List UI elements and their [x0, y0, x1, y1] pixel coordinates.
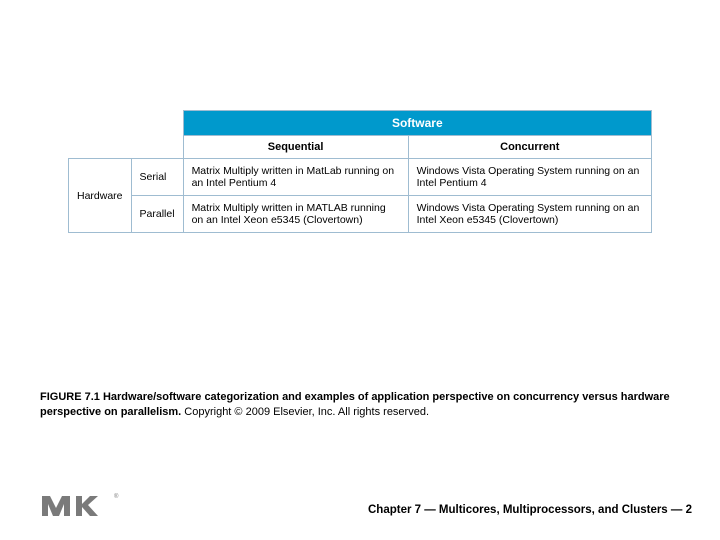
header-sequential: Sequential [183, 136, 408, 159]
cell-serial-sequential: Matrix Multiply written in MatLab runnin… [183, 159, 408, 196]
serial-label: Serial [131, 159, 183, 196]
header-software: Software [183, 111, 651, 136]
row-parallel: Parallel Matrix Multiply written in MATL… [69, 196, 652, 233]
header-row-2: Sequential Concurrent [69, 136, 652, 159]
footer: ® Chapter 7 — Multicores, Multiprocessor… [0, 482, 720, 522]
parallel-label: Parallel [131, 196, 183, 233]
row-serial: Hardware Serial Matrix Multiply written … [69, 159, 652, 196]
caption-rest: Copyright © 2009 Elsevier, Inc. All righ… [181, 406, 429, 418]
slide: Software Sequential Concurrent Hardware … [0, 0, 720, 540]
mk-logo-icon: ® [40, 490, 120, 522]
cell-parallel-sequential: Matrix Multiply written in MATLAB runnin… [183, 196, 408, 233]
header-blank-2 [69, 136, 184, 159]
figure-table: Software Sequential Concurrent Hardware … [68, 110, 652, 233]
cell-serial-concurrent: Windows Vista Operating System running o… [408, 159, 651, 196]
cell-parallel-concurrent: Windows Vista Operating System running o… [408, 196, 651, 233]
footer-text: Chapter 7 — Multicores, Multiprocessors,… [368, 504, 692, 516]
header-concurrent: Concurrent [408, 136, 651, 159]
header-blank [69, 111, 184, 136]
header-row-1: Software [69, 111, 652, 136]
svg-text:®: ® [114, 493, 119, 500]
figure-caption: FIGURE 7.1 Hardware/software categorizat… [40, 390, 680, 420]
categorization-table: Software Sequential Concurrent Hardware … [68, 110, 652, 233]
publisher-logo: ® [40, 490, 120, 522]
hardware-label: Hardware [69, 159, 132, 233]
